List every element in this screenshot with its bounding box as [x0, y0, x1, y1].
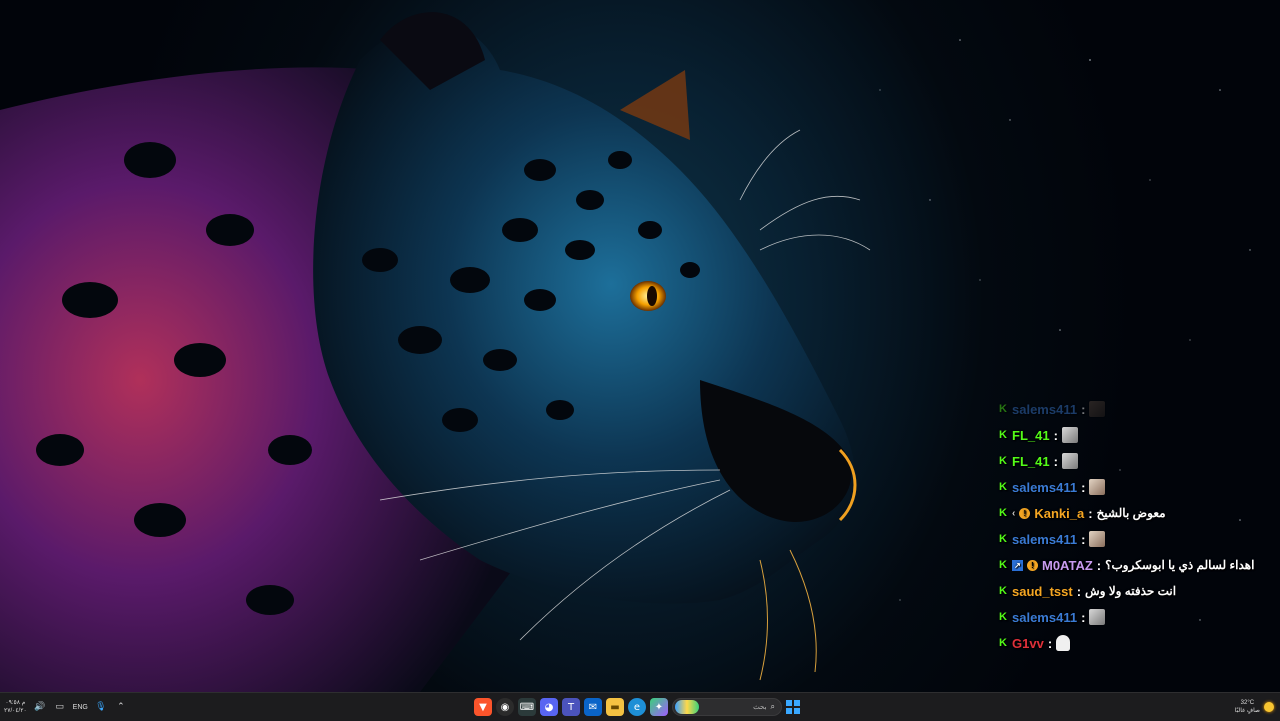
- kick-platform-icon: K: [999, 481, 1007, 493]
- chat-username[interactable]: G1vv: [1012, 636, 1044, 651]
- weather-widget[interactable]: 32°C صافٍ غالبًا: [1235, 693, 1274, 721]
- speaker-icon[interactable]: 🔊: [33, 700, 47, 714]
- search-icon: ⌕: [770, 702, 775, 711]
- outlook-icon[interactable]: ✉: [584, 698, 602, 716]
- weather-desc: صافٍ غالبًا: [1234, 708, 1260, 714]
- language-indicator[interactable]: ENG: [73, 704, 88, 711]
- start-button-icon[interactable]: [786, 700, 800, 714]
- bing-icon: [675, 700, 699, 714]
- chat-separator: :: [1053, 453, 1058, 469]
- chat-message: K G1vv:: [998, 630, 1258, 656]
- chat-separator: :: [1076, 583, 1082, 599]
- chat-message: Ksalems411:: [998, 604, 1258, 630]
- kick-platform-icon: K: [999, 507, 1007, 519]
- sun-icon: [1264, 702, 1274, 712]
- gift-badge-icon: ↗: [1012, 559, 1023, 571]
- chat-username[interactable]: salems411: [1012, 532, 1077, 547]
- chevron-badge-icon: ‹: [1012, 507, 1016, 519]
- chat-separator: :: [1047, 635, 1053, 651]
- weather-text: 32°C صافٍ غالبًا: [1235, 699, 1260, 715]
- chat-separator: :: [1088, 505, 1093, 521]
- kick-platform-icon: K: [999, 611, 1007, 623]
- chat-username[interactable]: Kanki_a: [1034, 506, 1084, 521]
- dark-face-emote-icon: [1089, 401, 1106, 417]
- search-box[interactable]: بحث ⌕: [672, 698, 782, 716]
- taskbar-apps: ▼ ◉ ⌨ ◕ T ✉ ▬ e ✦ بحث ⌕: [474, 693, 800, 721]
- brave-browser-icon[interactable]: ▼: [474, 698, 492, 716]
- chat-username[interactable]: FL_41: [1012, 454, 1050, 469]
- chat-message: Ksalems411:: [998, 396, 1258, 422]
- network-icon[interactable]: ▭: [53, 700, 67, 714]
- kick-platform-icon: K: [999, 533, 1007, 545]
- kick-platform-icon: K: [999, 585, 1007, 597]
- kick-platform-icon: K: [999, 455, 1007, 467]
- clock-time: م ٠٩:٥٨: [5, 700, 26, 706]
- face-emote-icon: [1089, 531, 1106, 547]
- kick-platform-icon: K: [999, 429, 1007, 441]
- grey-face-emote-icon: [1061, 453, 1078, 469]
- stream-chat-overlay: Ksalems411: K FL_41: K FL_41: Ksalems411: K ‹! K…: [998, 396, 1258, 656]
- weather-temp: 32°C: [1240, 700, 1255, 706]
- file-explorer-icon[interactable]: ▬: [606, 698, 624, 716]
- chat-message: K FL_41:: [998, 448, 1258, 474]
- teams-icon[interactable]: T: [562, 698, 580, 716]
- microphone-icon[interactable]: 🎙: [94, 700, 108, 714]
- chat-message: K ‹! Kanki_a: معوض بالشيخ: [998, 500, 1258, 526]
- chat-username[interactable]: FL_41: [1012, 428, 1050, 443]
- clock[interactable]: م ٠٩:٥٨ ٢٧/٠٤/٢٠: [4, 699, 27, 715]
- chat-separator: :: [1081, 531, 1086, 547]
- chat-separator: :: [1096, 557, 1102, 573]
- chat-separator: :: [1081, 401, 1086, 417]
- terminal-icon[interactable]: ⌨: [518, 698, 536, 716]
- chat-separator: :: [1081, 479, 1086, 495]
- grey-face-emote-icon: [1089, 609, 1106, 625]
- grey-face-emote-icon: [1061, 427, 1078, 443]
- kick-platform-icon: K: [999, 559, 1007, 571]
- chat-text: اهداء لسالم ذي يا ابوسكروب؟: [1105, 558, 1255, 572]
- clock-date: ٢٧/٠٤/٢٠: [4, 708, 27, 714]
- taskbar: م ٠٩:٥٨ ٢٧/٠٤/٢٠ 🔊 ▭ ENG 🎙 ⌃ ▼ ◉ ⌨ ◕ T ✉…: [0, 692, 1280, 721]
- chat-message: Ksaud_tsst: انت حذفته ولا وش: [998, 578, 1258, 604]
- chat-message: K ↗! M0ATAZ: اهداء لسالم ذي يا ابوسكروب؟: [998, 552, 1258, 578]
- discord-icon[interactable]: ◕: [540, 698, 558, 716]
- kick-platform-icon: K: [999, 637, 1007, 649]
- chat-username[interactable]: salems411: [1012, 480, 1077, 495]
- chat-username[interactable]: saud_tsst: [1012, 584, 1073, 599]
- chrome-icon[interactable]: ◉: [496, 698, 514, 716]
- chat-separator: :: [1053, 427, 1058, 443]
- edge-icon[interactable]: e: [628, 698, 646, 716]
- subscriber-badge-icon: !: [1019, 507, 1031, 519]
- chat-separator: :: [1081, 609, 1086, 625]
- chevron-up-icon[interactable]: ⌃: [114, 700, 128, 714]
- chat-username[interactable]: salems411: [1012, 610, 1077, 625]
- subscriber-badge-icon: !: [1027, 559, 1038, 571]
- chat-message: K FL_41:: [998, 422, 1258, 448]
- system-tray: م ٠٩:٥٨ ٢٧/٠٤/٢٠ 🔊 ▭ ENG 🎙 ⌃: [4, 693, 128, 721]
- chat-text: معوض بالشيخ: [1096, 506, 1166, 520]
- chat-username[interactable]: salems411: [1012, 402, 1077, 417]
- chat-text: انت حذفته ولا وش: [1085, 584, 1177, 598]
- copilot-icon[interactable]: ✦: [650, 698, 668, 716]
- search-placeholder: بحث: [753, 704, 767, 711]
- chat-message: Ksalems411:: [998, 474, 1258, 500]
- kick-platform-icon: K: [999, 403, 1007, 415]
- face-emote-icon: [1089, 479, 1106, 495]
- chat-message: Ksalems411:: [998, 526, 1258, 552]
- chat-username[interactable]: M0ATAZ: [1042, 558, 1093, 573]
- ghost-emote-icon: [1056, 635, 1071, 651]
